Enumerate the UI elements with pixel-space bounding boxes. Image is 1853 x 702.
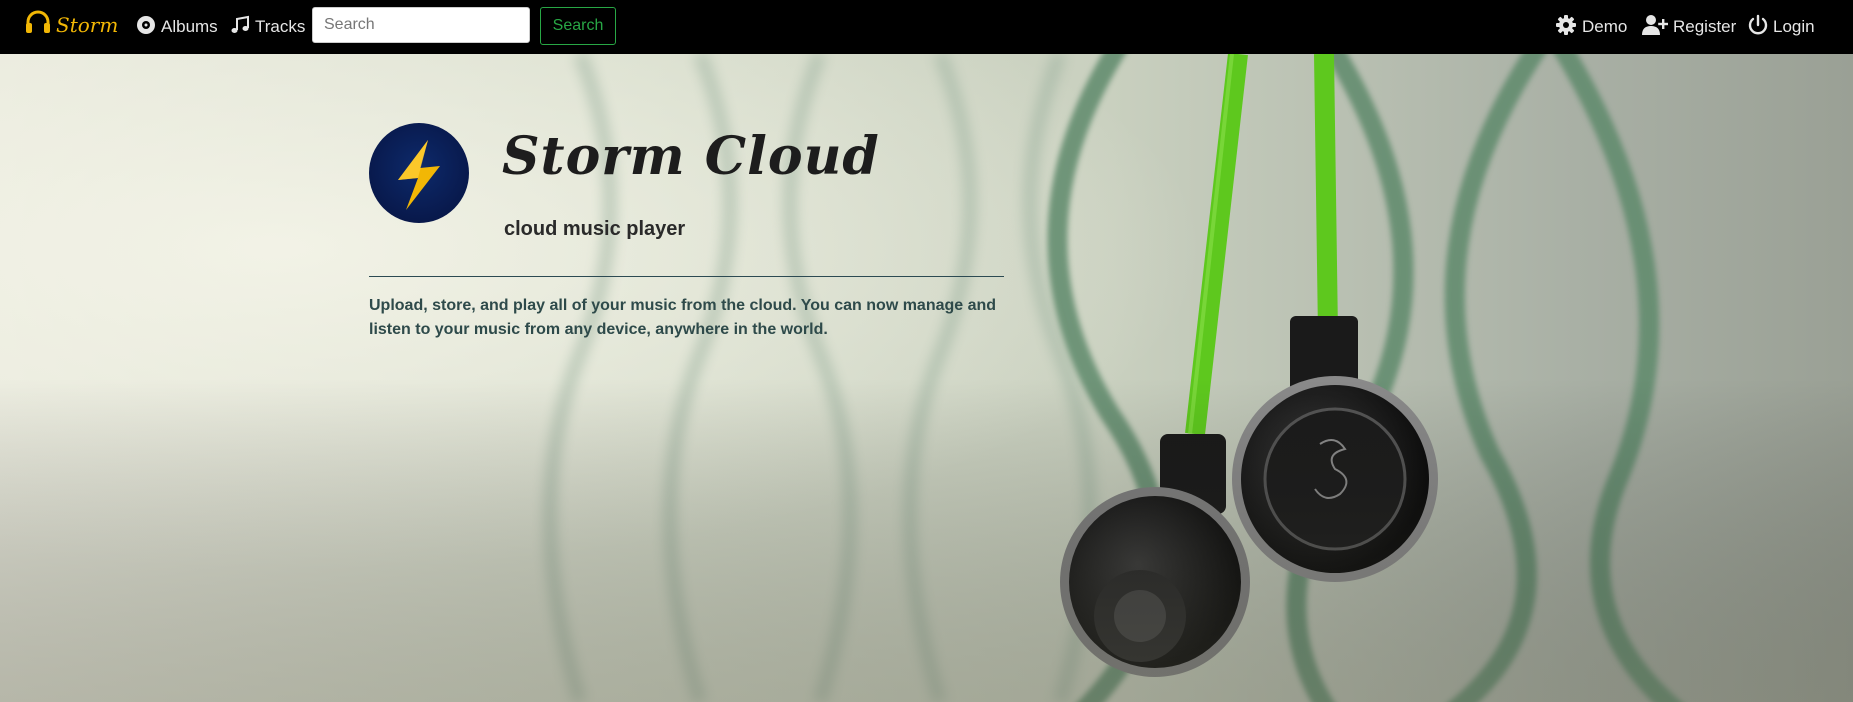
brand-link[interactable]: Storm [24,8,118,41]
page-subtitle: cloud music player [504,218,686,240]
nav-demo-label: Demo [1582,17,1628,36]
nav-login-label: Login [1773,17,1815,36]
nav-tracks[interactable]: Tracks [230,0,305,54]
headphones-icon [24,8,52,41]
gear-icon [1555,14,1582,41]
nav-tracks-label: Tracks [255,17,306,36]
nav-register-label: Register [1673,17,1737,36]
brand-name: Storm [56,12,119,37]
search-input[interactable] [312,7,530,43]
top-navbar: Storm Albums Tracks Search Search Demo R… [0,0,1853,54]
hero-background-image [0,54,1853,702]
album-icon [136,15,161,40]
nav-login[interactable]: Login [1748,0,1815,54]
storm-logo [368,122,470,229]
power-icon [1748,14,1773,41]
search-button[interactable]: Search [540,7,616,45]
nav-albums[interactable]: Albums [136,0,218,54]
divider [369,276,1004,277]
music-note-icon [230,15,255,40]
hero-description: Upload, store, and play all of your musi… [369,297,997,338]
hero-section: Storm Cloud cloud music player Upload, s… [0,54,1853,702]
user-plus-icon [1642,14,1673,41]
nav-demo[interactable]: Demo [1555,0,1627,54]
page-title: Storm Cloud [502,126,880,187]
nav-register[interactable]: Register [1642,0,1736,54]
nav-albums-label: Albums [161,17,218,36]
